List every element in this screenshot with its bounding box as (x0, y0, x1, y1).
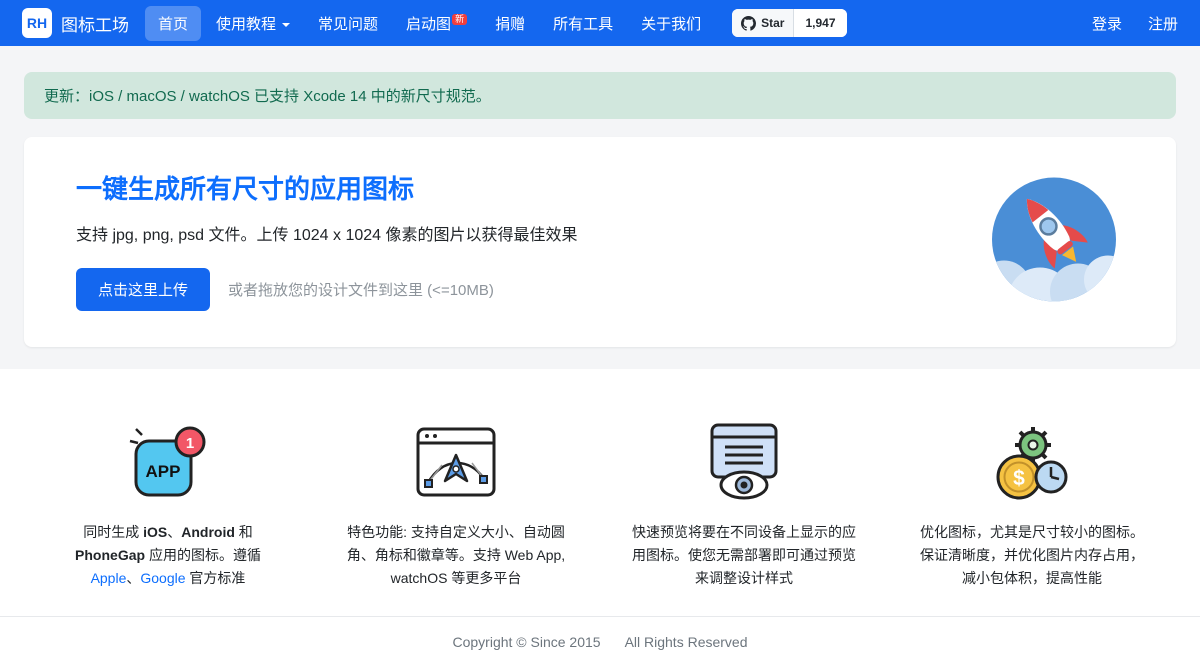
preview-eye-icon (698, 419, 790, 505)
hero-card: 一键生成所有尺寸的应用图标 支持 jpg, png, psd 文件。上传 102… (24, 137, 1176, 347)
app-badge-icon: APP 1 (122, 419, 214, 505)
feature-preview: 快速预览将要在不同设备上显示的应用图标。使您无需部署即可通过预览来调整设计样式 (600, 415, 888, 590)
main-nav: 首页 使用教程 常见问题 启动图新 捐赠 所有工具 关于我们 (145, 6, 714, 41)
feature-text-preview: 快速预览将要在不同设备上显示的应用图标。使您无需部署即可通过预览来调整设计样式 (626, 521, 862, 590)
nav-item-splash-label: 启动图 (406, 16, 451, 33)
feature-text-app: 同时生成 iOS、Android 和 PhoneGap 应用的图标。遵循 App… (50, 521, 286, 590)
app-icon-badge-count: 1 (186, 435, 194, 452)
feature-custom-design: 特色功能: 支持自定义大小、自动圆角、角标和徽章等。支持 Web App, wa… (312, 415, 600, 590)
rocket-icon (988, 174, 1120, 306)
login-link[interactable]: 登录 (1092, 13, 1122, 34)
optimize-performance-icon: $ (986, 419, 1078, 505)
nav-item-splash[interactable]: 启动图新 (393, 6, 480, 41)
feature-inline-link[interactable]: Apple (91, 570, 127, 586)
coin-dollar-label: $ (1013, 467, 1025, 490)
feature-app-icons: APP 1 同时生成 iOS、Android 和 PhoneGap 应用的图标。… (24, 415, 312, 590)
nav-item-home[interactable]: 首页 (145, 6, 201, 41)
github-icon (741, 16, 756, 31)
new-badge: 新 (452, 14, 467, 26)
brand[interactable]: RH 图标工场 (22, 8, 129, 38)
github-star-count[interactable]: 1,947 (793, 9, 846, 37)
nav-item-about[interactable]: 关于我们 (628, 6, 714, 41)
drop-zone-hint[interactable]: 或者拖放您的设计文件到这里 (<=10MB) (228, 279, 494, 300)
top-section: 更新：iOS / macOS / watchOS 已支持 Xcode 14 中的… (0, 46, 1200, 369)
app-icon-label: APP (146, 462, 181, 481)
auth-links: 登录 注册 (1092, 13, 1178, 34)
nav-item-faq[interactable]: 常见问题 (305, 6, 391, 41)
feature-text-design: 特色功能: 支持自定义大小、自动圆角、角标和徽章等。支持 Web App, wa… (338, 521, 574, 590)
clock-icon (1036, 462, 1066, 492)
app-icon-with-badge: APP 1 (122, 415, 214, 505)
nav-item-donate[interactable]: 捐赠 (482, 6, 538, 41)
footer: Copyright © Since 2015 All Rights Reserv… (0, 616, 1200, 657)
top-navbar: RH 图标工场 首页 使用教程 常见问题 启动图新 捐赠 所有工具 关于我们 S… (0, 0, 1200, 46)
features-row: APP 1 同时生成 iOS、Android 和 PhoneGap 应用的图标。… (0, 369, 1200, 590)
feature-inline-link[interactable]: Google (140, 570, 185, 586)
github-star-button[interactable]: Star (732, 9, 793, 37)
hero-subtitle: 支持 jpg, png, psd 文件。上传 1024 x 1024 像素的图片… (76, 221, 1120, 245)
optimize-icon-wrap: $ (986, 415, 1078, 505)
copyright-right: All Rights Reserved (625, 634, 748, 650)
brand-title: 图标工场 (61, 11, 129, 36)
hero-title: 一键生成所有尺寸的应用图标 (76, 169, 1120, 206)
nav-item-tutorial-label: 使用教程 (216, 16, 276, 33)
copyright: Copyright © Since 2015 All Rights Reserv… (0, 634, 1200, 650)
feature-optimize: $ 优化图标，尤其是尺寸较小的图标。保证清晰度，并优化图片内存占用，减小包体积，… (888, 415, 1176, 590)
upload-button[interactable]: 点击这里上传 (76, 268, 210, 311)
github-star-widget[interactable]: Star 1,947 (732, 9, 846, 37)
chevron-down-icon (282, 23, 290, 27)
github-star-label: Star (761, 16, 784, 30)
vector-pen-design-icon-wrap (410, 415, 502, 505)
brand-logo: RH (22, 8, 52, 38)
update-alert: 更新：iOS / macOS / watchOS 已支持 Xcode 14 中的… (24, 72, 1176, 119)
hero-actions: 点击这里上传 或者拖放您的设计文件到这里 (<=10MB) (76, 268, 1120, 311)
vector-pen-icon (410, 419, 502, 505)
register-link[interactable]: 注册 (1148, 13, 1178, 34)
rocket-illustration (988, 174, 1120, 311)
feature-text-optimize: 优化图标，尤其是尺寸较小的图标。保证清晰度，并优化图片内存占用，减小包体积，提高… (914, 521, 1150, 590)
nav-item-all-tools[interactable]: 所有工具 (540, 6, 626, 41)
copyright-left: Copyright © Since 2015 (452, 634, 600, 650)
preview-eye-icon-wrap (698, 415, 790, 505)
nav-item-tutorial[interactable]: 使用教程 (203, 6, 303, 41)
update-alert-text: 更新：iOS / macOS / watchOS 已支持 Xcode 14 中的… (44, 88, 491, 105)
